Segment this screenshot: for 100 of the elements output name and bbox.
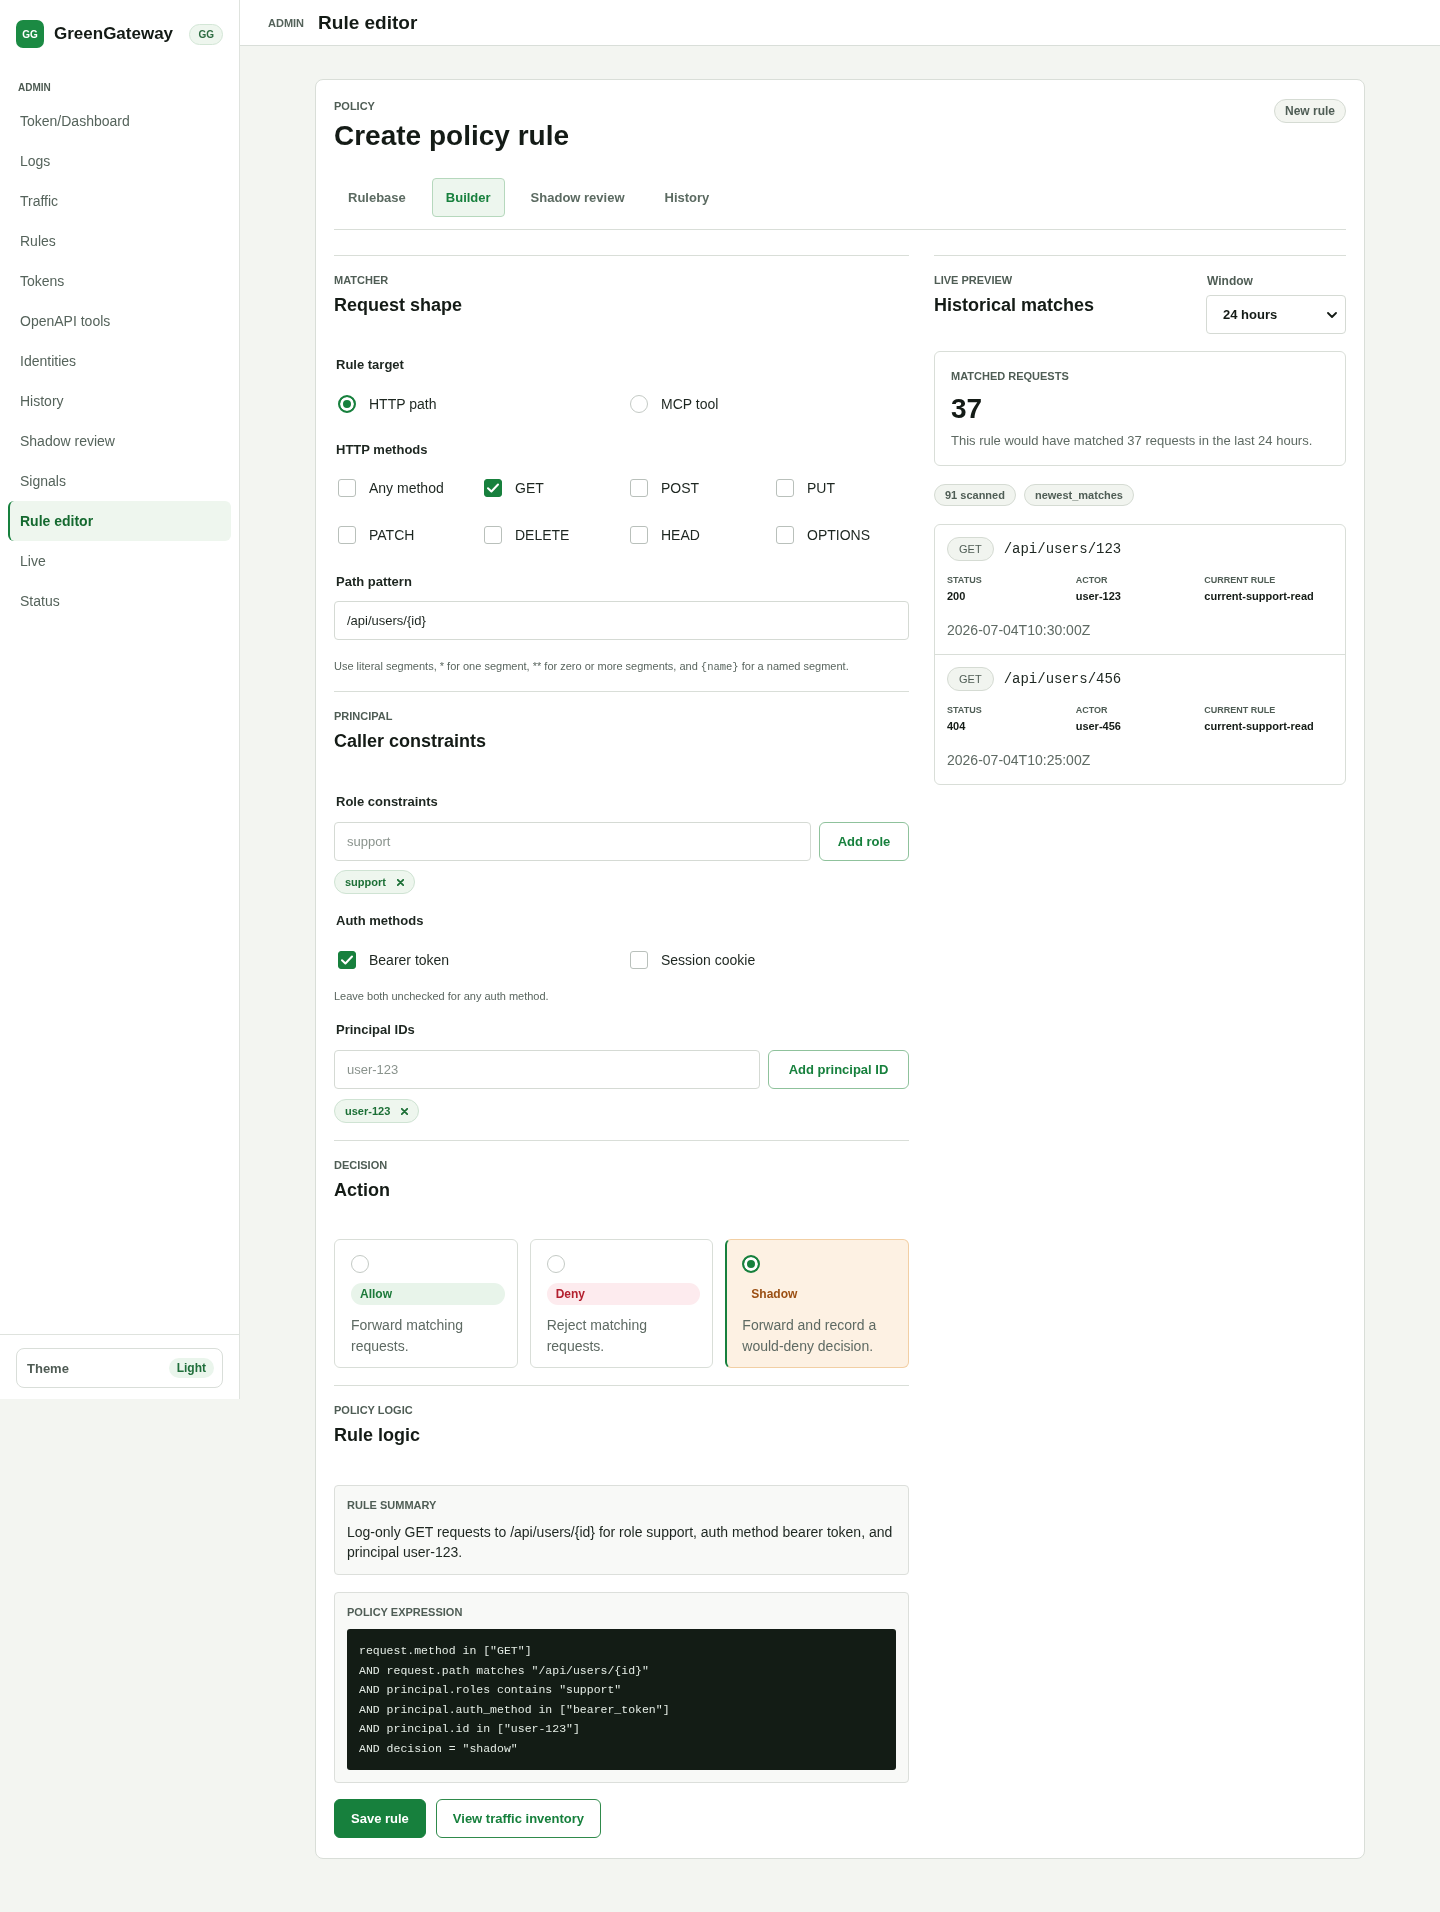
decision-card[interactable]: Shadow Forward and record a would-deny decision. bbox=[725, 1239, 909, 1368]
summary-text: Log-only GET requests to /api/users/{id} for role support, auth method bearer token, and principal user-123. bbox=[347, 1523, 894, 1562]
section-title: Request shape bbox=[334, 294, 464, 317]
radio-button[interactable] bbox=[630, 395, 648, 413]
meta-value: 200 bbox=[947, 589, 966, 603]
meta-value: user-123 bbox=[1075, 589, 1121, 603]
role-input[interactable]: support bbox=[334, 822, 811, 861]
option-label: OPTIONS bbox=[807, 527, 870, 543]
option-label: MCP tool bbox=[661, 396, 719, 412]
code-line: request.method in ["GET"] bbox=[359, 1643, 533, 1659]
decision-description: Forward matching requests. bbox=[351, 1316, 465, 1356]
nav-item[interactable]: Signals bbox=[8, 461, 231, 501]
window-select[interactable]: 24 hours bbox=[1206, 295, 1346, 334]
option-label: DELETE bbox=[515, 527, 570, 543]
checkbox[interactable] bbox=[776, 479, 794, 497]
breadcrumb-label: ADMIN bbox=[268, 16, 305, 29]
tab[interactable]: Rulebase bbox=[334, 178, 420, 217]
nav-item[interactable]: OpenAPI tools bbox=[8, 301, 231, 341]
meta-value: user-456 bbox=[1075, 719, 1121, 733]
option-label: HTTP path bbox=[369, 396, 437, 412]
meta-label: CURRENT RULE bbox=[1204, 574, 1276, 586]
tab[interactable]: History bbox=[650, 178, 724, 217]
page-title: Rule editor bbox=[318, 11, 418, 34]
meta-label: STATUS bbox=[947, 574, 982, 586]
field-label: Path pattern bbox=[335, 573, 413, 591]
timestamp: 2026-07-04T10:25:00Z bbox=[947, 751, 1092, 770]
check-icon bbox=[341, 955, 353, 965]
nav-item[interactable]: Shadow review bbox=[8, 421, 231, 461]
checkbox[interactable] bbox=[338, 526, 356, 544]
radio-button[interactable] bbox=[338, 395, 356, 413]
option-label: PATCH bbox=[369, 527, 415, 543]
checkbox[interactable] bbox=[776, 526, 794, 544]
help-text: Use literal segments, * for one segment, ** for zero or more segments, and {name} for a named segment. bbox=[334, 659, 850, 675]
checkbox[interactable] bbox=[630, 479, 648, 497]
nav-item[interactable]: Status bbox=[8, 581, 231, 621]
method-badge: GET bbox=[947, 537, 994, 561]
checkbox[interactable] bbox=[484, 526, 502, 544]
meta-value: current-support-read bbox=[1204, 589, 1314, 603]
section-eyebrow: LIVE PREVIEW bbox=[934, 273, 1014, 287]
field-label: Role constraints bbox=[335, 793, 439, 811]
nav-item[interactable]: Rules bbox=[8, 221, 231, 261]
code-line: AND principal.roles contains "support" bbox=[359, 1682, 623, 1698]
nav-item[interactable]: Tokens bbox=[8, 261, 231, 301]
decision-description: Forward and record a would-deny decision. bbox=[742, 1316, 878, 1356]
section-eyebrow: MATCHER bbox=[334, 273, 390, 287]
close-icon[interactable] bbox=[396, 878, 404, 886]
nav-item[interactable]: Logs bbox=[8, 141, 231, 181]
principal-input[interactable]: user-123 bbox=[334, 1050, 760, 1089]
request-path: /api/users/123 bbox=[1003, 541, 1122, 557]
nav-item[interactable]: Token/Dashboard bbox=[8, 101, 231, 141]
nav-item[interactable]: History bbox=[8, 381, 231, 421]
checkbox[interactable] bbox=[630, 526, 648, 544]
nav-section-label: ADMIN bbox=[17, 82, 52, 94]
decision-card[interactable]: Allow Forward matching requests. bbox=[334, 1239, 518, 1368]
field-label: HTTP methods bbox=[335, 441, 429, 459]
section-eyebrow: POLICY LOGIC bbox=[334, 1403, 414, 1417]
stat-label: MATCHED REQUESTS bbox=[951, 369, 1070, 383]
tab[interactable]: Shadow review bbox=[516, 178, 639, 217]
meta-label: STATUS bbox=[947, 704, 982, 716]
brand-logo: GG bbox=[16, 20, 44, 48]
close-icon[interactable] bbox=[401, 1107, 409, 1115]
add-principal-button[interactable]: Add principal ID bbox=[768, 1050, 909, 1089]
section-title: Rule logic bbox=[334, 1424, 421, 1447]
path-input[interactable]: /api/users/{id} bbox=[334, 601, 909, 640]
help-text: Leave both unchecked for any auth method. bbox=[334, 989, 550, 1004]
meta-label: ACTOR bbox=[1075, 574, 1108, 586]
timestamp: 2026-07-04T10:30:00Z bbox=[947, 621, 1092, 640]
checkbox[interactable] bbox=[484, 479, 502, 497]
decision-label: Allow bbox=[351, 1283, 505, 1305]
option-label: PUT bbox=[807, 480, 835, 496]
meta-label: ACTOR bbox=[1075, 704, 1108, 716]
card-title: Create policy rule bbox=[334, 119, 569, 153]
panel-label: POLICY EXPRESSION bbox=[347, 1605, 464, 1619]
checkbox[interactable] bbox=[338, 479, 356, 497]
option-label: POST bbox=[661, 480, 700, 496]
checkbox[interactable] bbox=[630, 951, 648, 969]
nav-item[interactable]: Identities bbox=[8, 341, 231, 381]
save-button[interactable]: Save rule bbox=[334, 1799, 426, 1838]
check-icon bbox=[487, 483, 499, 493]
nav-item[interactable]: Rule editor bbox=[8, 501, 231, 541]
meta-label: CURRENT RULE bbox=[1204, 704, 1276, 716]
secondary-button[interactable]: View traffic inventory bbox=[435, 1799, 602, 1838]
code-line: AND decision = "shadow" bbox=[359, 1740, 519, 1757]
tab[interactable]: Builder bbox=[431, 178, 505, 217]
field-label: Rule target bbox=[335, 356, 405, 374]
code-line: AND request.path matches "/api/users/{id}" bbox=[359, 1662, 650, 1679]
decision-description: Reject matching requests. bbox=[546, 1316, 649, 1356]
nav-item[interactable]: Live bbox=[8, 541, 231, 581]
nav-item[interactable]: Traffic bbox=[8, 181, 231, 221]
decision-card[interactable]: Deny Reject matching requests. bbox=[529, 1239, 714, 1368]
brand-name: GreenGateway bbox=[54, 24, 175, 44]
panel-label: RULE SUMMARY bbox=[347, 1498, 438, 1512]
add-role-button[interactable]: Add role bbox=[819, 822, 909, 861]
checkbox[interactable] bbox=[338, 951, 356, 969]
section-title: Action bbox=[334, 1179, 391, 1202]
option-label: GET bbox=[515, 480, 544, 496]
theme-toggle[interactable]: Theme Light bbox=[16, 1348, 223, 1388]
meta-value: current-support-read bbox=[1204, 719, 1314, 733]
radio-icon bbox=[742, 1255, 761, 1273]
theme-value-badge: Light bbox=[168, 1358, 214, 1378]
